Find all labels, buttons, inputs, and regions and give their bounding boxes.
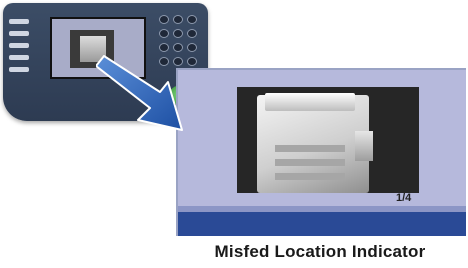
panel-function-button[interactable]	[9, 19, 29, 24]
keypad-key[interactable]	[159, 43, 169, 52]
zoom-arrow-icon	[96, 55, 183, 131]
copier-machine-image	[257, 93, 369, 193]
paper-tray	[275, 145, 345, 152]
paper-tray	[275, 159, 345, 166]
page-indicator: 1/4	[396, 192, 412, 204]
caption: Misfed Location Indicator	[214, 242, 426, 261]
panel-function-button[interactable]	[9, 43, 29, 48]
keypad-key[interactable]	[187, 15, 197, 24]
keypad-key[interactable]	[159, 29, 169, 38]
keypad-key[interactable]	[173, 15, 183, 24]
status-bar	[178, 212, 466, 236]
panel-function-button[interactable]	[9, 55, 29, 60]
keypad-key[interactable]	[159, 15, 169, 24]
keypad-key[interactable]	[173, 43, 183, 52]
keypad-key[interactable]	[173, 29, 183, 38]
copier-top	[265, 93, 355, 111]
misfed-location-image	[237, 87, 419, 193]
panel-function-button[interactable]	[9, 31, 29, 36]
copier-side-panel	[355, 131, 373, 161]
panel-function-button[interactable]	[9, 67, 29, 72]
keypad-key[interactable]	[187, 29, 197, 38]
paper-tray	[275, 173, 345, 180]
keypad-key[interactable]	[187, 43, 197, 52]
function-button-column	[9, 15, 43, 85]
enlarged-display: 1/4	[176, 68, 466, 236]
